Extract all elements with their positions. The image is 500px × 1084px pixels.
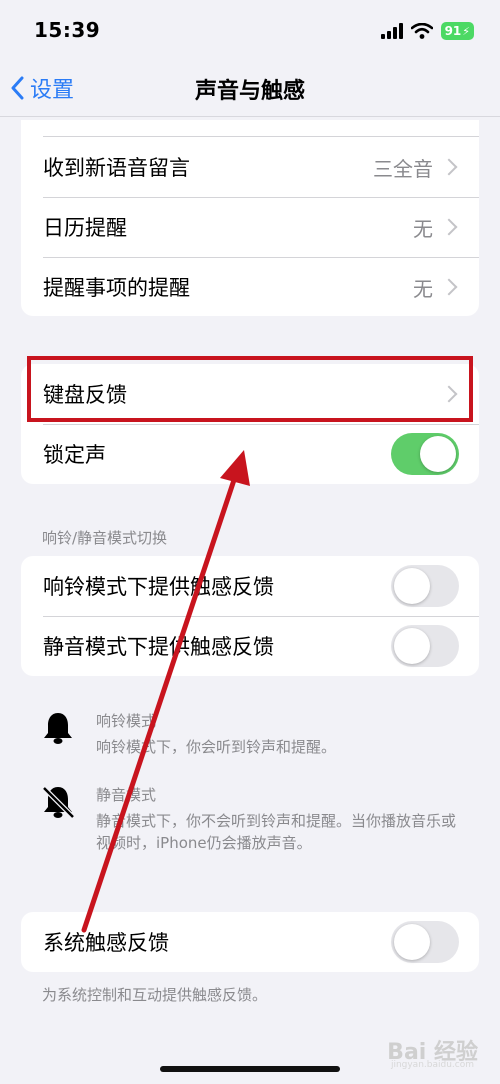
home-indicator (160, 1066, 340, 1072)
annotation-arrow (81, 450, 250, 933)
watermark-url: jingyan.baidu.com (390, 1060, 474, 1070)
